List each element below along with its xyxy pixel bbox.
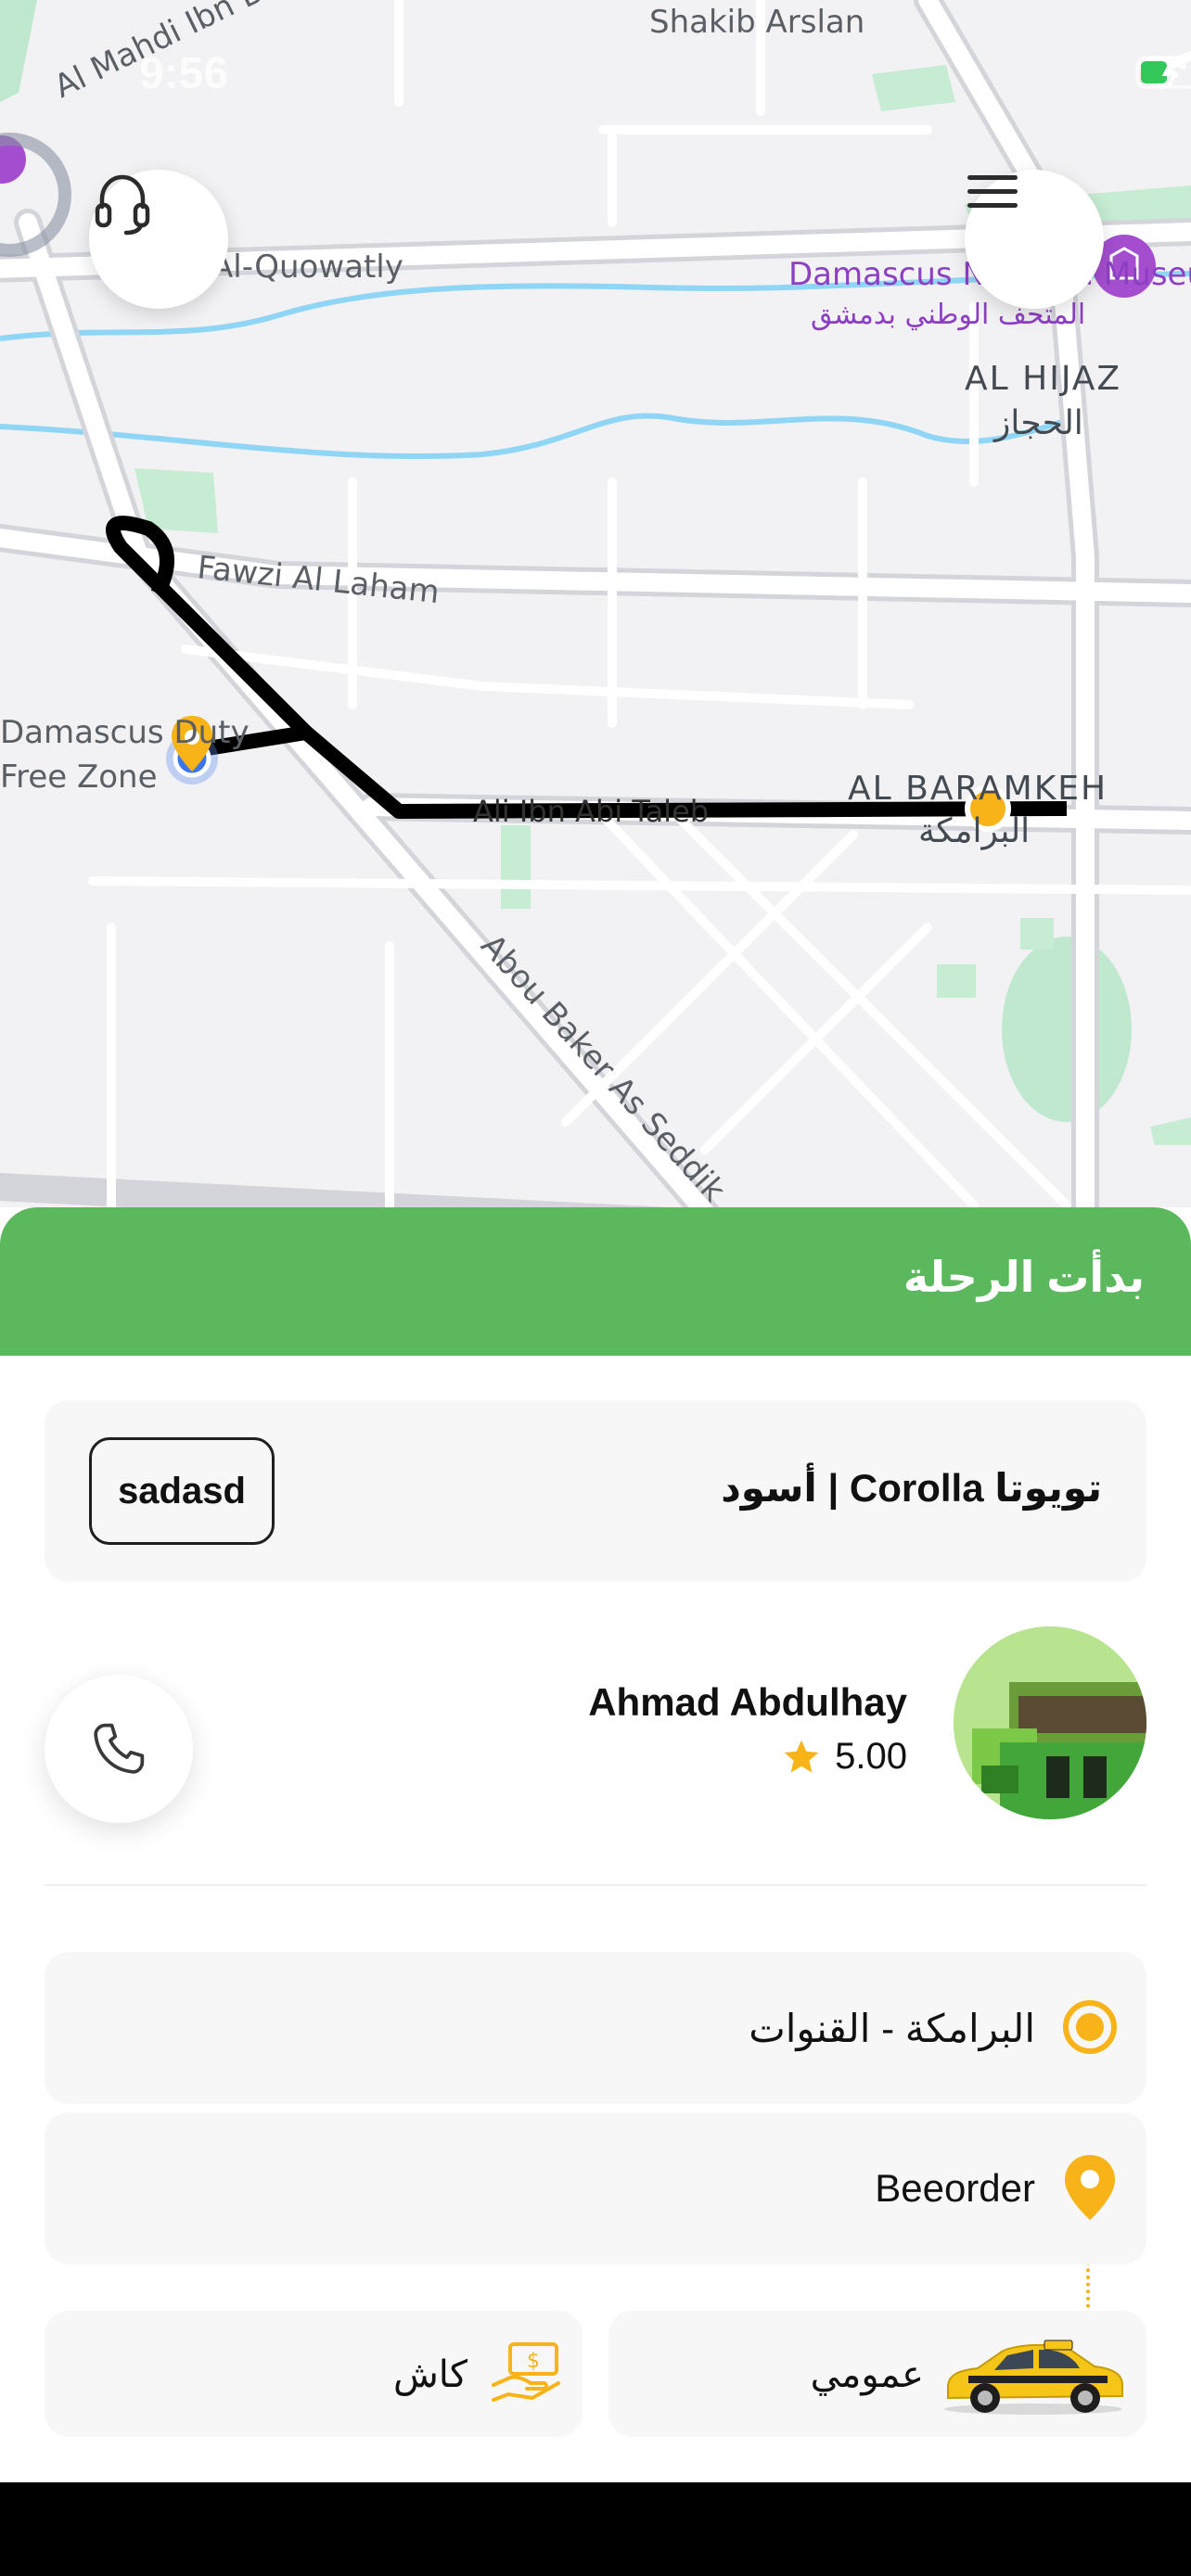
pickup-text: البرامكة - القنوات: [749, 2007, 1035, 2050]
map-label-poi: Free Zone: [0, 759, 158, 796]
ride-type-label: عمومي: [810, 2354, 924, 2395]
vehicle-card: sadasd تويوتا Corolla | أسود: [45, 1400, 1146, 1582]
map-label-street: Al-Quowatly: [211, 249, 403, 286]
map-view[interactable]: Shakib Arslan Al Mahdi Ibn Barakeh Al-Qu…: [0, 0, 1191, 1233]
payment-method-card: $ كاش: [45, 2311, 583, 2437]
dropoff-text: Beeorder: [875, 2166, 1035, 2210]
home-indicator-bar: [0, 2482, 1191, 2576]
map-label-street: Ali Ibn Abi Taleb: [473, 794, 710, 829]
support-button[interactable]: [89, 170, 228, 309]
map-label-poi: Damascus Duty: [0, 714, 250, 751]
ride-type-card: عمومي: [608, 2311, 1146, 2437]
driver-row: Ahmad Abdulhay 5.00: [0, 1615, 1191, 1866]
driver-avatar: [954, 1626, 1146, 1819]
cash-icon: $: [490, 2339, 564, 2409]
pickup-dot-icon: [1059, 1996, 1121, 2058]
app-screen: Shakib Arslan Al Mahdi Ibn Barakeh Al-Qu…: [0, 0, 1191, 2576]
taxi-car-icon: [941, 2331, 1126, 2417]
star-icon: [784, 1740, 819, 1772]
phone-icon: [94, 1723, 145, 1774]
map-label-area: AL HIJAZ: [965, 360, 1122, 398]
driver-name: Ahmad Abdulhay: [588, 1680, 907, 1724]
map-label-area: البرامكة: [918, 812, 1031, 850]
divider: [45, 1884, 1146, 1886]
license-plate: sadasd: [89, 1437, 275, 1545]
headset-icon: [95, 174, 150, 236]
status-bar: 9:56: [0, 0, 1191, 148]
payment-method-label: كاش: [392, 2354, 467, 2395]
driver-rating: 5.00: [781, 1736, 907, 1778]
trip-status-text: بدأت الرحلة: [903, 1253, 1145, 1301]
status-time: 9:56: [139, 49, 229, 98]
pickup-location: البرامكة - القنوات: [45, 1952, 1146, 2104]
location-pin-icon: [1059, 2155, 1121, 2220]
vehicle-description: تويوتا Corolla | أسود: [721, 1466, 1102, 1510]
map-label-area: AL BARAMKEH: [848, 770, 1108, 808]
map-label-area: الحجاز: [994, 404, 1083, 442]
rating-value: 5.00: [835, 1736, 907, 1777]
svg-text:$: $: [527, 2350, 540, 2373]
menu-button[interactable]: [965, 170, 1104, 309]
call-driver-button[interactable]: [45, 1675, 193, 1823]
battery-icon: [1135, 56, 1191, 89]
hamburger-icon: [967, 175, 1018, 208]
trip-sheet: بدأت الرحلة sadasd تويوتا Corolla | أسود: [0, 1207, 1191, 2482]
trip-status-banner: بدأت الرحلة: [0, 1207, 1191, 1356]
dropoff-location: Beeorder: [45, 2112, 1146, 2264]
